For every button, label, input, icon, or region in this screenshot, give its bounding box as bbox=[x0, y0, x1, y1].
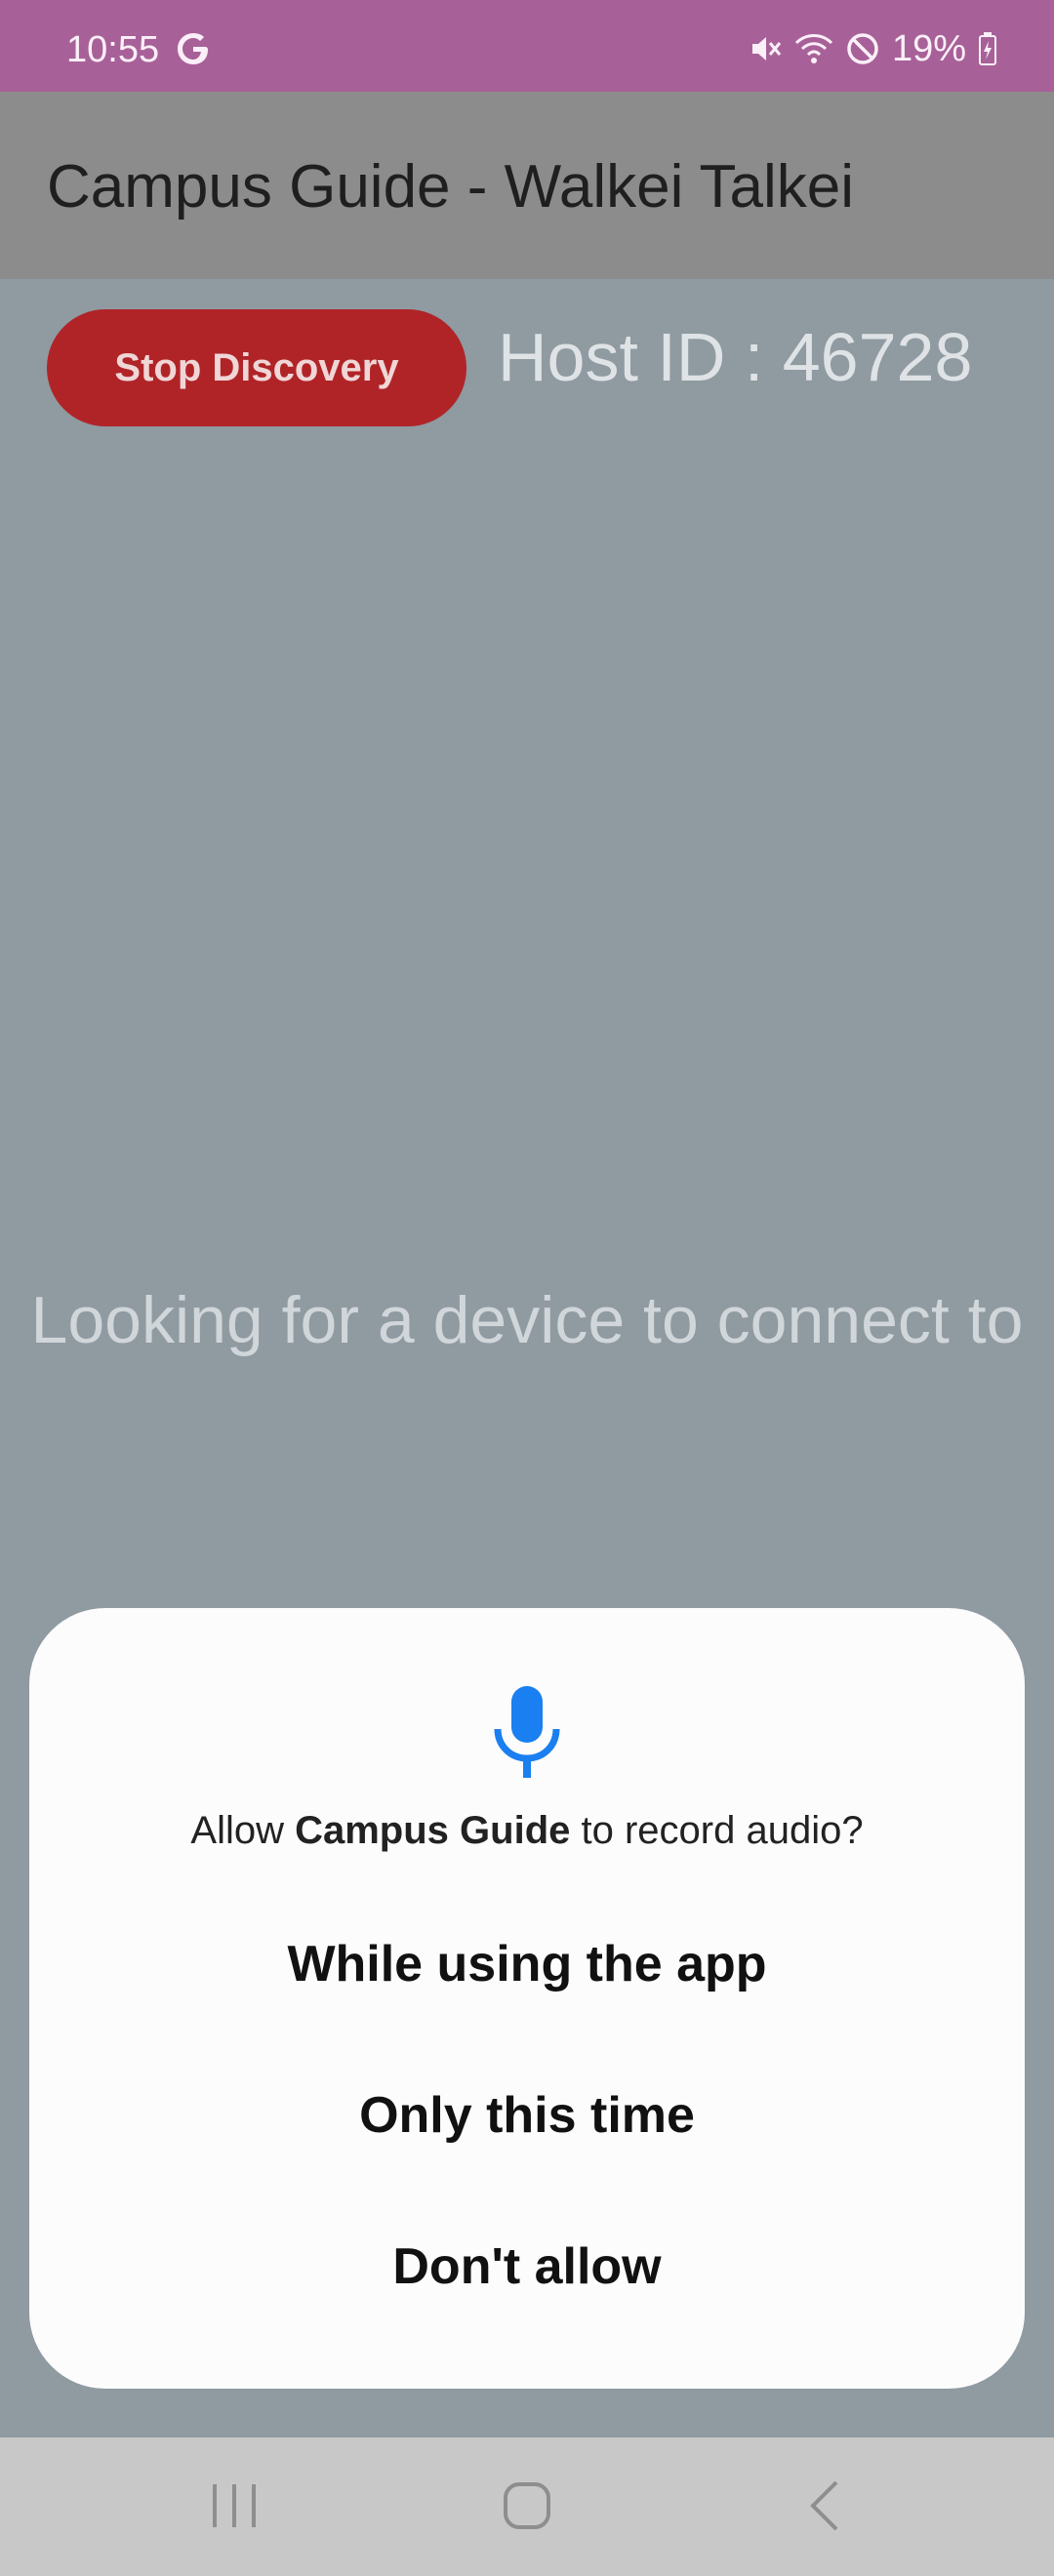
host-id-label: Host ID : 46728 bbox=[498, 319, 973, 395]
microphone-icon bbox=[494, 1686, 560, 1778]
google-icon bbox=[178, 33, 208, 64]
permission-dialog: Allow Campus Guide to record audio? Whil… bbox=[29, 1608, 1025, 2389]
question-prefix: Allow bbox=[190, 1809, 296, 1852]
app-bar: Campus Guide - Walkei Talkei bbox=[0, 92, 1054, 279]
question-suffix: to record audio? bbox=[570, 1809, 864, 1852]
stop-discovery-button[interactable]: Stop Discovery bbox=[47, 309, 466, 426]
status-message: Looking for a device to connect to bbox=[30, 1283, 1024, 1357]
dont-allow-button[interactable]: Don't allow bbox=[88, 2213, 966, 2320]
navigation-bar bbox=[0, 2437, 1054, 2576]
only-this-time-button[interactable]: Only this time bbox=[88, 2062, 966, 2169]
back-icon[interactable] bbox=[795, 2476, 854, 2535]
home-icon[interactable] bbox=[498, 2476, 556, 2535]
status-bar: 10:55 19% bbox=[0, 0, 1054, 92]
status-icons: 19% bbox=[748, 27, 997, 69]
app-title: Campus Guide - Walkei Talkei bbox=[47, 153, 854, 221]
dnd-icon bbox=[847, 33, 878, 64]
question-app-name: Campus Guide bbox=[295, 1809, 571, 1852]
wifi-icon bbox=[794, 34, 832, 63]
battery-icon bbox=[979, 32, 996, 65]
while-using-app-button[interactable]: While using the app bbox=[88, 1911, 966, 2018]
recent-apps-icon[interactable] bbox=[205, 2476, 264, 2535]
battery-percent: 19% bbox=[891, 27, 966, 69]
mute-icon bbox=[751, 37, 782, 60]
status-time: 10:55 bbox=[66, 29, 160, 70]
dialog-question: Allow Campus Guide to record audio? bbox=[29, 1809, 1025, 1853]
